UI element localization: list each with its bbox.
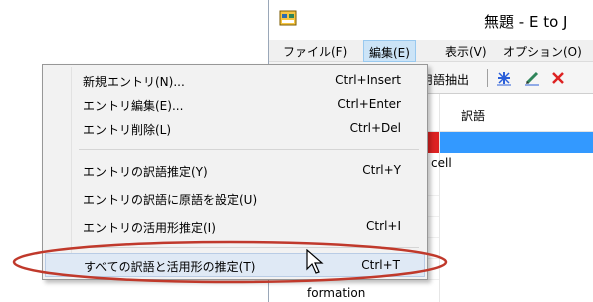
menu-item-shortcut: Ctrl+Insert: [335, 73, 401, 87]
edit-dropdown-menu: 新規エントリ(N)... Ctrl+Insert エントリ編集(E)... Ct…: [42, 64, 428, 280]
mouse-pointer-icon: [306, 249, 324, 274]
menu-options[interactable]: オプション(O): [503, 43, 582, 60]
menu-item-shortcut: Ctrl+Y: [362, 163, 401, 177]
delete-entry-icon[interactable]: [549, 69, 567, 87]
menu-item-edit-entry[interactable]: エントリ編集(E)... Ctrl+Enter: [45, 93, 425, 117]
menu-item-label: 新規エントリ(N)...: [83, 75, 185, 89]
menu-item-label: すべての訳語と活用形の推定(T): [84, 260, 256, 274]
menu-item-label: エントリの訳語推定(Y): [83, 165, 208, 179]
screenshot-stage: 無題 - E to J ファイル(F) 編集(E) 表示(V) オプション(O)…: [0, 0, 593, 302]
menu-item-shortcut: Ctrl+Enter: [337, 97, 401, 111]
toolbar-separator: [487, 69, 488, 87]
menu-item-label: エントリ編集(E)...: [83, 99, 184, 113]
translation-cell[interactable]: [440, 132, 593, 153]
menu-view[interactable]: 表示(V): [445, 43, 487, 60]
source-cell[interactable]: cell: [431, 156, 452, 170]
column-header-translation[interactable]: 訳語: [461, 107, 485, 124]
source-cell[interactable]: formation: [307, 286, 365, 300]
menu-item-label: エントリの訳語に原語を設定(U): [83, 193, 258, 207]
term-extract-button[interactable]: 用語抽出: [421, 71, 469, 88]
menu-item-estimate-inflection[interactable]: エントリの活用形推定(I) Ctrl+I: [45, 215, 425, 239]
menu-file[interactable]: ファイル(F): [283, 43, 347, 60]
menu-item-new-entry[interactable]: 新規エントリ(N)... Ctrl+Insert: [45, 69, 425, 93]
menu-item-delete-entry[interactable]: エントリ削除(L) Ctrl+Del: [45, 117, 425, 141]
menu-item-set-source-as-translation[interactable]: エントリの訳語に原語を設定(U): [45, 187, 425, 211]
edit-entry-icon[interactable]: [523, 69, 541, 87]
title-bar: 無題 - E to J: [269, 0, 593, 40]
app-icon[interactable]: [279, 9, 297, 27]
menu-item-shortcut: Ctrl+T: [361, 258, 400, 272]
menu-item-shortcut: Ctrl+Del: [349, 121, 401, 135]
menu-item-shortcut: Ctrl+I: [366, 219, 401, 233]
window-title: 無題 - E to J: [484, 13, 568, 31]
add-entry-icon[interactable]: [495, 69, 513, 87]
menu-item-estimate-all[interactable]: すべての訳語と活用形の推定(T) Ctrl+T: [45, 253, 425, 277]
menu-item-label: エントリの活用形推定(I): [83, 221, 216, 235]
menu-item-label: エントリ削除(L): [83, 123, 172, 137]
column-divider[interactable]: [439, 94, 440, 302]
menu-edit[interactable]: 編集(E): [363, 40, 416, 62]
menu-separator: [79, 149, 419, 150]
menu-item-estimate-translation[interactable]: エントリの訳語推定(Y) Ctrl+Y: [45, 159, 425, 183]
menu-bar: ファイル(F) 編集(E) 表示(V) オプション(O): [269, 40, 593, 62]
menu-separator: [79, 247, 419, 248]
